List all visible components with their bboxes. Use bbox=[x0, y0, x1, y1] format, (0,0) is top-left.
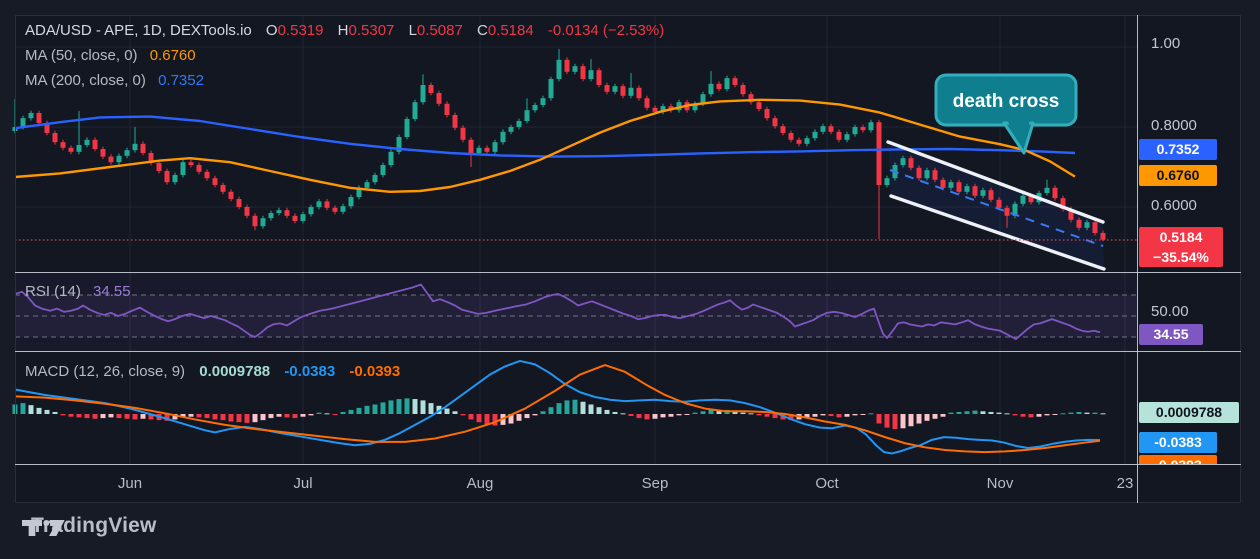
symbol-title[interactable]: ADA/USD - APE, 1D, DEXTools.io bbox=[25, 22, 252, 39]
rsi-value: 34.55 bbox=[93, 283, 131, 300]
ma200-value: 0.7352 bbox=[158, 72, 204, 89]
time-label-23: 23 bbox=[1116, 475, 1134, 492]
tradingview-logo-icon bbox=[22, 520, 65, 536]
ma50-legend[interactable]: MA (50, close, 0) 0.6760 bbox=[25, 47, 664, 64]
tradingview-link[interactable]: TradingView bbox=[22, 514, 157, 538]
time-label-jun: Jun bbox=[117, 475, 143, 492]
last-price-value: 0.5184 bbox=[1159, 229, 1203, 245]
price-axis[interactable]: 1.00 0.8000 0.6000 50.00 0.7352 0.6760 0… bbox=[1137, 15, 1241, 503]
close-label: C bbox=[476, 22, 488, 39]
last-price-change: −35.54% bbox=[1153, 249, 1209, 265]
death-cross-label: death cross bbox=[953, 91, 1060, 112]
time-label-oct: Oct bbox=[815, 475, 839, 492]
ma50-price-badge: 0.6760 bbox=[1139, 165, 1217, 186]
symbol-legend[interactable]: ADA/USD - APE, 1D, DEXTools.io O0.5319 H… bbox=[25, 22, 664, 39]
ma200-legend[interactable]: MA (200, close, 0) 0.7352 bbox=[25, 72, 664, 89]
legend-block: ADA/USD - APE, 1D, DEXTools.io O0.5319 H… bbox=[25, 22, 664, 97]
ma200-label: MA (200, close, 0) bbox=[25, 72, 146, 89]
high-label: H bbox=[337, 22, 349, 39]
open-value: 0.5319 bbox=[277, 22, 324, 39]
open-label: O bbox=[265, 22, 278, 39]
macd-signal-badge: -0.0393 bbox=[1139, 455, 1217, 464]
price-tick-080: 0.8000 bbox=[1151, 117, 1197, 134]
rsi-label: RSI (14) bbox=[25, 283, 81, 300]
chart-window: death cross ADA/USD - APE, 1D, DEXTools.… bbox=[0, 0, 1260, 559]
price-tick-100: 1.00 bbox=[1151, 35, 1181, 52]
time-label-aug: Aug bbox=[466, 475, 494, 492]
rsi-tick-50: 50.00 bbox=[1151, 303, 1189, 320]
macd-hist-value: 0.0009788 bbox=[199, 363, 271, 380]
ma50-label: MA (50, close, 0) bbox=[25, 47, 138, 64]
ma200-price-badge: 0.7352 bbox=[1139, 139, 1217, 160]
time-label-jul: Jul bbox=[293, 475, 313, 492]
close-value: 0.5184 bbox=[487, 22, 534, 39]
macd-axis-region: 0.0009788 -0.0383 -0.0393 bbox=[1137, 352, 1241, 464]
macd-hist-badge: 0.0009788 bbox=[1139, 402, 1239, 423]
macd-legend[interactable]: MACD (12, 26, close, 9) 0.0009788 -0.038… bbox=[25, 363, 400, 380]
macd-signal-value: -0.0393 bbox=[349, 363, 401, 380]
low-value: 0.5087 bbox=[416, 22, 463, 39]
time-label-nov: Nov bbox=[986, 475, 1014, 492]
price-tick-060: 0.6000 bbox=[1151, 197, 1197, 214]
high-value: 0.5307 bbox=[348, 22, 395, 39]
change-value: -0.0134 (−2.53%) bbox=[547, 22, 665, 39]
time-axis[interactable]: Jun Jul Aug Sep Oct Nov 23 bbox=[15, 464, 1241, 503]
rsi-value-badge: 34.55 bbox=[1139, 324, 1203, 345]
last-price-badge: 0.5184 −35.54% bbox=[1139, 227, 1223, 267]
time-label-sep: Sep bbox=[641, 475, 669, 492]
macd-label: MACD (12, 26, close, 9) bbox=[25, 363, 186, 380]
rsi-legend[interactable]: RSI (14) 34.55 bbox=[25, 283, 131, 300]
ma50-value: 0.6760 bbox=[149, 47, 196, 64]
macd-line-value: -0.0383 bbox=[284, 363, 336, 380]
macd-line-badge: -0.0383 bbox=[1139, 432, 1217, 453]
low-label: L bbox=[408, 22, 417, 39]
